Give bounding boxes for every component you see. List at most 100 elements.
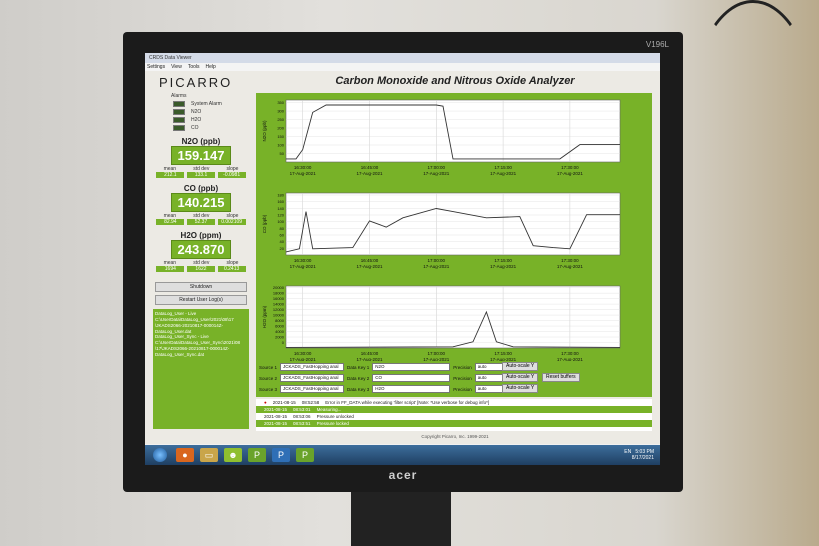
plot-h2o-svg: 16:30:0017-Aug-202116:45:0017-Aug-202117… [262, 285, 621, 362]
message-time: 08:53:51 [293, 421, 311, 426]
message-row[interactable]: 2021-08-15 08:53:06 Pressure unlocked [256, 413, 652, 420]
alarm-system: System Alarm [173, 100, 251, 107]
stats-values: 82.94 52.37 0.002109 [155, 219, 247, 225]
y-tick-label: 50 [280, 151, 285, 156]
x-tick-date: 17-Aug-2021 [557, 171, 584, 176]
control-row-2: Source 2 JCKADS_FastHopping anal Data Ke… [259, 374, 509, 382]
alarm-label: H2O [191, 116, 202, 123]
x-tick-time: 17:00:00 [428, 258, 446, 263]
plot-n2o[interactable]: 16:30:00 17-Aug-2021 16:45:00 17-Aug-2021 17… [260, 96, 648, 180]
y-tick-label: 200 [277, 126, 284, 131]
x-tick-date: 17-Aug-2021 [557, 264, 584, 269]
message-time: 08:53:06 [293, 414, 311, 419]
app-content: PICARRO Alarms System Alarm N2O H2O CO N… [145, 71, 660, 444]
message-row[interactable]: ● 2021-08-15 08:52:58 Error in FF_DATA whil… [256, 399, 652, 406]
data-key-select[interactable]: H2O [372, 385, 451, 393]
control-row-1: Source 1 JCKADS_FastHopping anal Data Ke… [259, 363, 509, 371]
firefox-icon[interactable]: ● [176, 448, 194, 462]
message-date: 2021-08-15 [272, 400, 296, 405]
monitor-stand [351, 492, 451, 546]
alarm-co: CO [173, 124, 251, 131]
y-tick-label: 12000 [273, 307, 285, 312]
data-key-select[interactable]: N2O [372, 363, 451, 371]
plot-h2o[interactable]: 16:30:00 17-Aug-2021 16:45:00 17-Aug-2021 17… [260, 282, 648, 366]
alarms-title: Alarms [171, 93, 187, 99]
x-tick-time: 16:30:00 [294, 351, 312, 356]
reset-buffers-button[interactable]: Reset buffers [542, 373, 580, 382]
x-tick-time: 16:30:00 [294, 165, 312, 170]
system-tray[interactable]: EN 5:03 PM 8/17/2021 [624, 449, 660, 461]
plot-co[interactable]: 16:30:00 17-Aug-2021 16:45:00 17-Aug-2021 17… [260, 189, 648, 273]
monitor-brand: acer [388, 468, 418, 482]
source-select[interactable]: JCKADS_FastHopping anal [280, 363, 345, 371]
y-tick-label: 40 [280, 239, 285, 244]
y-tick-label: 300 [277, 109, 284, 114]
y-tick-label: 6000 [275, 324, 285, 329]
y-axis-label: CO (ppb) [262, 214, 267, 233]
log-list: DataLog_User - Live C:\UserData\DataLog_… [153, 309, 249, 429]
menu-help[interactable]: Help [206, 63, 216, 71]
menu-view[interactable]: View [171, 63, 182, 71]
menu-bar: Settings View Tools Help [145, 63, 660, 71]
message-row[interactable]: 2021-08-15 08:53:51 Pressure locked [256, 420, 652, 427]
picarro-app-icon[interactable]: P [248, 448, 266, 462]
data-key-label: Data Key 2 [347, 375, 370, 381]
picarro-app-icon[interactable]: P [296, 448, 314, 462]
restart-log-button[interactable]: Restart User Log(s) [155, 295, 247, 305]
y-tick-label: 160 [277, 199, 284, 204]
source-label: Source 1 [259, 364, 278, 370]
message-row[interactable]: 2021-08-15 08:53:01 Measuring... [256, 406, 652, 413]
x-tick-time: 17:30:00 [561, 351, 579, 356]
y-tick-label: 250 [277, 117, 284, 122]
y-tick-label: 18000 [273, 291, 285, 296]
y-tick-label: 2000 [275, 335, 285, 340]
monitor-model: V196L [645, 40, 669, 49]
x-tick-time: 17:15:00 [494, 165, 512, 170]
x-tick-time: 17:00:00 [428, 351, 446, 356]
source-label: Source 3 [259, 386, 278, 392]
x-tick-time: 17:30:00 [561, 258, 579, 263]
y-tick-label: 20 [280, 246, 285, 251]
start-button[interactable] [153, 448, 167, 462]
alarm-led-icon [173, 108, 185, 115]
message-time: 08:52:58 [301, 400, 320, 405]
app-icon[interactable]: ☻ [224, 448, 242, 462]
x-tick-time: 16:45:00 [361, 258, 379, 263]
measurement-label: H2O (ppm) [180, 231, 222, 240]
y-tick-label: 350 [277, 100, 284, 105]
stat-value: -0.0981 [217, 172, 246, 178]
screen: CRDS Data Viewer Settings View Tools Hel… [145, 53, 660, 465]
log-line: C:\UserData\DataLog_User\2021\08\17 [155, 316, 234, 322]
menu-settings[interactable]: Settings [147, 63, 165, 71]
measurement-label: CO (ppb) [183, 184, 219, 193]
menu-tools[interactable]: Tools [188, 63, 200, 71]
source-select[interactable]: JCKADS_FastHopping anal [280, 385, 345, 393]
autoscale-y-button-3[interactable]: Auto-scale Y [502, 384, 539, 393]
shutdown-button[interactable]: Shutdown [155, 282, 247, 292]
data-key-label: Data Key 3 [347, 386, 370, 392]
measurement-n2o: N2O (ppb) 159.147 mean std dev slope 212.1… [151, 137, 251, 178]
message-date: 2021-08-15 [264, 414, 288, 419]
precision-label: Precision [453, 386, 472, 392]
cable [690, 0, 816, 226]
measurement-value: 159.147 [171, 146, 231, 165]
message-text: Error in FF_DATA while executing 'filter… [325, 400, 490, 405]
stat-value: 52.37 [186, 219, 215, 225]
x-tick-time: 17:00:00 [428, 165, 446, 170]
message-text: Pressure locked [316, 421, 349, 426]
message-date: 2021-08-15 [264, 421, 288, 426]
folder-icon[interactable]: ▭ [200, 448, 218, 462]
alarm-h2o: H2O [173, 116, 251, 123]
plot-n2o-svg: 16:30:0017-Aug-202116:45:0017-Aug-202117… [262, 99, 621, 176]
y-tick-label: 20000 [273, 285, 285, 290]
data-key-select[interactable]: CO [372, 374, 451, 382]
measurement-label: N2O (ppb) [181, 137, 221, 146]
picarro-app-icon[interactable]: P [272, 448, 290, 462]
y-tick-label: 14000 [273, 302, 285, 307]
autoscale-y-button-2[interactable]: Auto-scale Y [502, 373, 539, 382]
source-select[interactable]: JCKADS_FastHopping anal [280, 374, 345, 382]
alarm-led-icon [173, 116, 185, 123]
clock-date: 8/17/2021 [631, 455, 654, 461]
autoscale-y-button-1[interactable]: Auto-scale Y [502, 362, 539, 371]
left-panel: PICARRO Alarms System Alarm N2O H2O CO N… [151, 73, 251, 443]
